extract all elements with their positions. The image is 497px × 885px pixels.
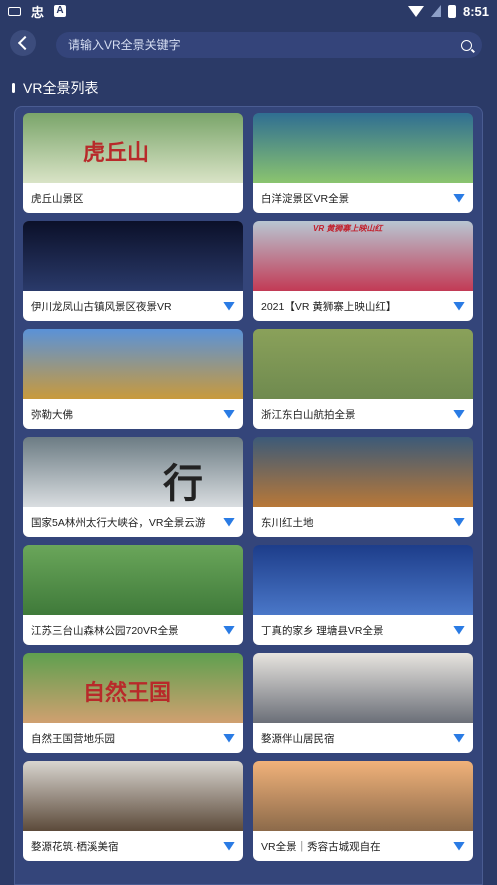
vr-list-item[interactable]: 婺源花筑·栖溪美宿 <box>23 761 243 861</box>
back-arrow-icon <box>17 35 33 51</box>
vr-badge-icon <box>453 517 465 527</box>
vr-item-title: 浙江东白山航拍全景 <box>261 408 356 421</box>
vr-list-item[interactable]: 伊川龙凤山古镇风景区夜景VR <box>23 221 243 321</box>
vr-badge-icon <box>223 301 235 311</box>
vr-item-caption: 婺源花筑·栖溪美宿 <box>23 831 243 861</box>
vr-thumbnail <box>253 761 473 831</box>
vr-list-item[interactable]: 虎丘山虎丘山景区 <box>23 113 243 213</box>
vr-badge-icon <box>453 841 465 851</box>
vr-list-item[interactable]: 江苏三台山森林公园720VR全景 <box>23 545 243 645</box>
vr-item-title: 东川红土地 <box>261 516 314 529</box>
status-time: 8:51 <box>462 3 489 19</box>
section-marker <box>12 83 15 93</box>
vr-item-caption: 东川红土地 <box>253 507 473 537</box>
vr-item-title: VR全景｜秀容古城观自在 <box>261 840 381 853</box>
vr-item-title: 弥勒大佛 <box>31 408 73 421</box>
vr-item-caption: 浙江东白山航拍全景 <box>253 399 473 429</box>
vr-item-title: 自然王国营地乐园 <box>31 732 115 745</box>
vr-thumbnail: 虎丘山 <box>23 113 243 183</box>
vr-item-title: 国家5A林州太行大峡谷，VR全景云游 <box>31 516 206 529</box>
vr-thumbnail <box>253 329 473 399</box>
vr-list-item[interactable]: 自然王国自然王国营地乐园 <box>23 653 243 753</box>
vr-list-item[interactable]: 东川红土地 <box>253 437 473 537</box>
vr-item-caption: 虎丘山景区 <box>23 183 243 213</box>
vr-badge-icon <box>453 409 465 419</box>
vr-item-title: 伊川龙凤山古镇风景区夜景VR <box>31 300 172 313</box>
vr-item-title: 虎丘山景区 <box>31 192 84 205</box>
section-title: VR全景列表 <box>23 80 99 96</box>
vr-list-item[interactable]: VR全景｜秀容古城观自在 <box>253 761 473 861</box>
vr-badge-icon <box>223 625 235 635</box>
thumbnail-caption: 自然王国 <box>83 680 172 705</box>
vr-thumbnail <box>23 329 243 399</box>
vr-badge-icon <box>453 625 465 635</box>
vr-thumbnail: 行 <box>23 437 243 507</box>
status-bar: 忠 A 8:51 <box>0 0 497 22</box>
vr-thumbnail <box>253 113 473 183</box>
vr-badge-icon <box>453 301 465 311</box>
vr-list-item[interactable]: 弥勒大佛 <box>23 329 243 429</box>
back-button[interactable] <box>10 30 36 56</box>
vr-badge-icon <box>223 733 235 743</box>
vr-list-panel: 虎丘山 虎丘山景区 白洋淀景区VR全景 伊川龙凤山古镇风景区夜景VR VR 黄狮寨上映山… <box>14 106 483 885</box>
vr-thumbnail <box>23 545 243 615</box>
vr-item-caption: 弥勒大佛 <box>23 399 243 429</box>
section-header: VR全景列表 <box>12 78 98 98</box>
vr-item-caption: VR全景｜秀容古城观自在 <box>253 831 473 861</box>
vr-list-item[interactable]: 白洋淀景区VR全景 <box>253 113 473 213</box>
vr-item-caption: 白洋淀景区VR全景 <box>253 183 473 213</box>
vr-thumbnail <box>23 761 243 831</box>
vr-thumbnail <box>253 437 473 507</box>
vr-item-title: 白洋淀景区VR全景 <box>261 192 350 205</box>
search-icon[interactable] <box>461 39 472 51</box>
vr-item-title: 丁真的家乡 理塘县VR全景 <box>261 624 384 637</box>
vr-thumbnail <box>23 221 243 291</box>
vr-badge-icon <box>223 409 235 419</box>
thumbnail-caption: 行 <box>163 462 203 506</box>
wifi-icon <box>407 5 424 17</box>
app-icon: 忠 <box>31 4 45 20</box>
vr-item-caption: 自然王国营地乐园 <box>23 723 243 753</box>
vr-item-caption: 2021【VR 黄狮寨上映山红】 <box>253 291 473 321</box>
no-sim-icon <box>430 5 441 17</box>
keyboard-icon <box>8 6 21 16</box>
vr-list-item[interactable]: 丁真的家乡 理塘县VR全景 <box>253 545 473 645</box>
a-icon: A <box>54 5 67 17</box>
vr-badge-icon <box>223 841 235 851</box>
vr-item-caption: 国家5A林州太行大峡谷，VR全景云游 <box>23 507 243 537</box>
vr-item-caption: 婺源伴山居民宿 <box>253 723 473 753</box>
battery-icon <box>447 4 456 18</box>
vr-badge-icon <box>453 193 465 203</box>
vr-item-caption: 伊川龙凤山古镇风景区夜景VR <box>23 291 243 321</box>
top-bar <box>0 30 497 60</box>
vr-list-item[interactable]: 婺源伴山居民宿 <box>253 653 473 753</box>
vr-thumbnail <box>253 653 473 723</box>
vr-item-caption: 丁真的家乡 理塘县VR全景 <box>253 615 473 645</box>
vr-thumbnail <box>253 545 473 615</box>
search-bar[interactable] <box>56 32 482 58</box>
thumbnail-caption: VR 黄狮寨上映山红 <box>313 224 383 233</box>
vr-thumbnail: VR 黄狮寨上映山红 <box>253 221 473 291</box>
vr-list-item[interactable]: 浙江东白山航拍全景 <box>253 329 473 429</box>
vr-badge-icon <box>223 517 235 527</box>
vr-badge-icon <box>453 733 465 743</box>
vr-list-item[interactable]: VR 黄狮寨上映山红 2021【VR 黄狮寨上映山红】 <box>253 221 473 321</box>
vr-item-title: 2021【VR 黄狮寨上映山红】 <box>261 300 397 313</box>
vr-list-item[interactable]: 行国家5A林州太行大峡谷，VR全景云游 <box>23 437 243 537</box>
search-input[interactable] <box>66 37 461 53</box>
thumbnail-caption: 虎丘山 <box>83 140 150 165</box>
vr-thumbnail: 自然王国 <box>23 653 243 723</box>
vr-item-title: 婺源花筑·栖溪美宿 <box>31 840 119 853</box>
vr-item-title: 婺源伴山居民宿 <box>261 732 335 745</box>
vr-item-title: 江苏三台山森林公园720VR全景 <box>31 624 179 637</box>
vr-item-caption: 江苏三台山森林公园720VR全景 <box>23 615 243 645</box>
